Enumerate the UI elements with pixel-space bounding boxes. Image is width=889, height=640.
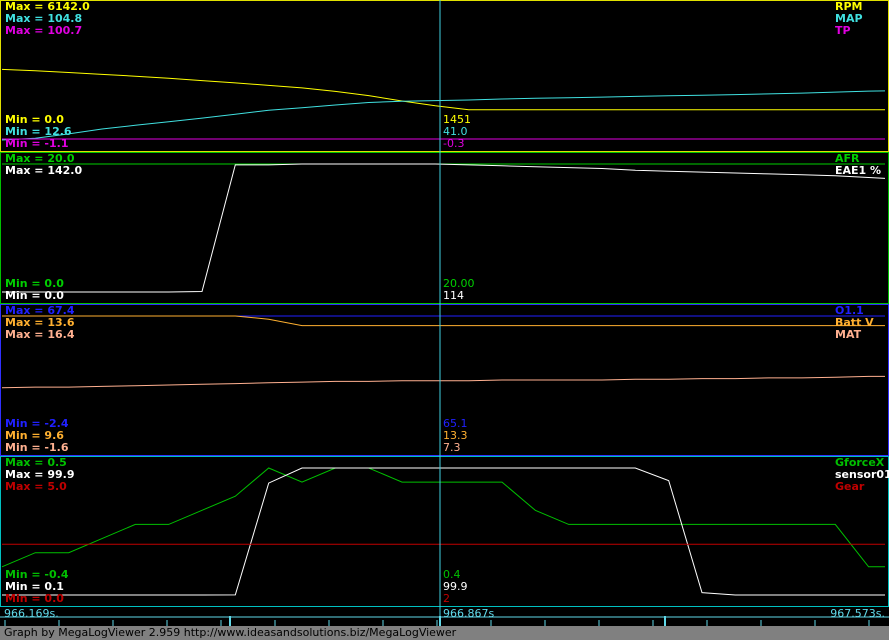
series-name-eae1-: EAE1 % xyxy=(835,164,882,177)
min-label-tp: Min = -1.1 xyxy=(5,137,69,150)
footer-credit: Graph by MegaLogViewer 2.959 http://www.… xyxy=(0,626,889,640)
min-label-mat: Min = -1.6 xyxy=(5,441,69,454)
start-time-label: 966.169s. xyxy=(4,607,59,620)
cursor-value-gear: 2 xyxy=(443,592,450,605)
max-label-eae1-: Max = 142.0 xyxy=(5,164,83,177)
series-name-gear: Gear xyxy=(835,480,865,493)
max-label-mat: Max = 16.4 xyxy=(5,328,75,341)
trace-batt-v xyxy=(2,315,885,327)
trace-mat xyxy=(1,375,885,389)
trace-eae1- xyxy=(2,163,886,293)
trace-gforcex xyxy=(1,467,885,568)
cursor-value-mat: 7.3 xyxy=(443,441,461,454)
cursor-time-label: 966.867s xyxy=(443,607,495,620)
end-time-label: 967.573s. xyxy=(830,607,885,620)
log-graph[interactable] xyxy=(0,0,889,640)
min-label-gear: Min = 0.0 xyxy=(5,592,64,605)
max-label-gear: Max = 5.0 xyxy=(5,480,67,493)
cursor-value-tp: -0.3 xyxy=(443,137,465,150)
series-name-mat: MAT xyxy=(835,328,862,341)
min-label-eae1-: Min = 0.0 xyxy=(5,289,64,302)
series-name-tp: TP xyxy=(835,24,851,37)
max-label-tp: Max = 100.7 xyxy=(5,24,83,37)
trace-rpm xyxy=(1,68,885,111)
cursor-value-eae1-: 114 xyxy=(443,289,464,302)
